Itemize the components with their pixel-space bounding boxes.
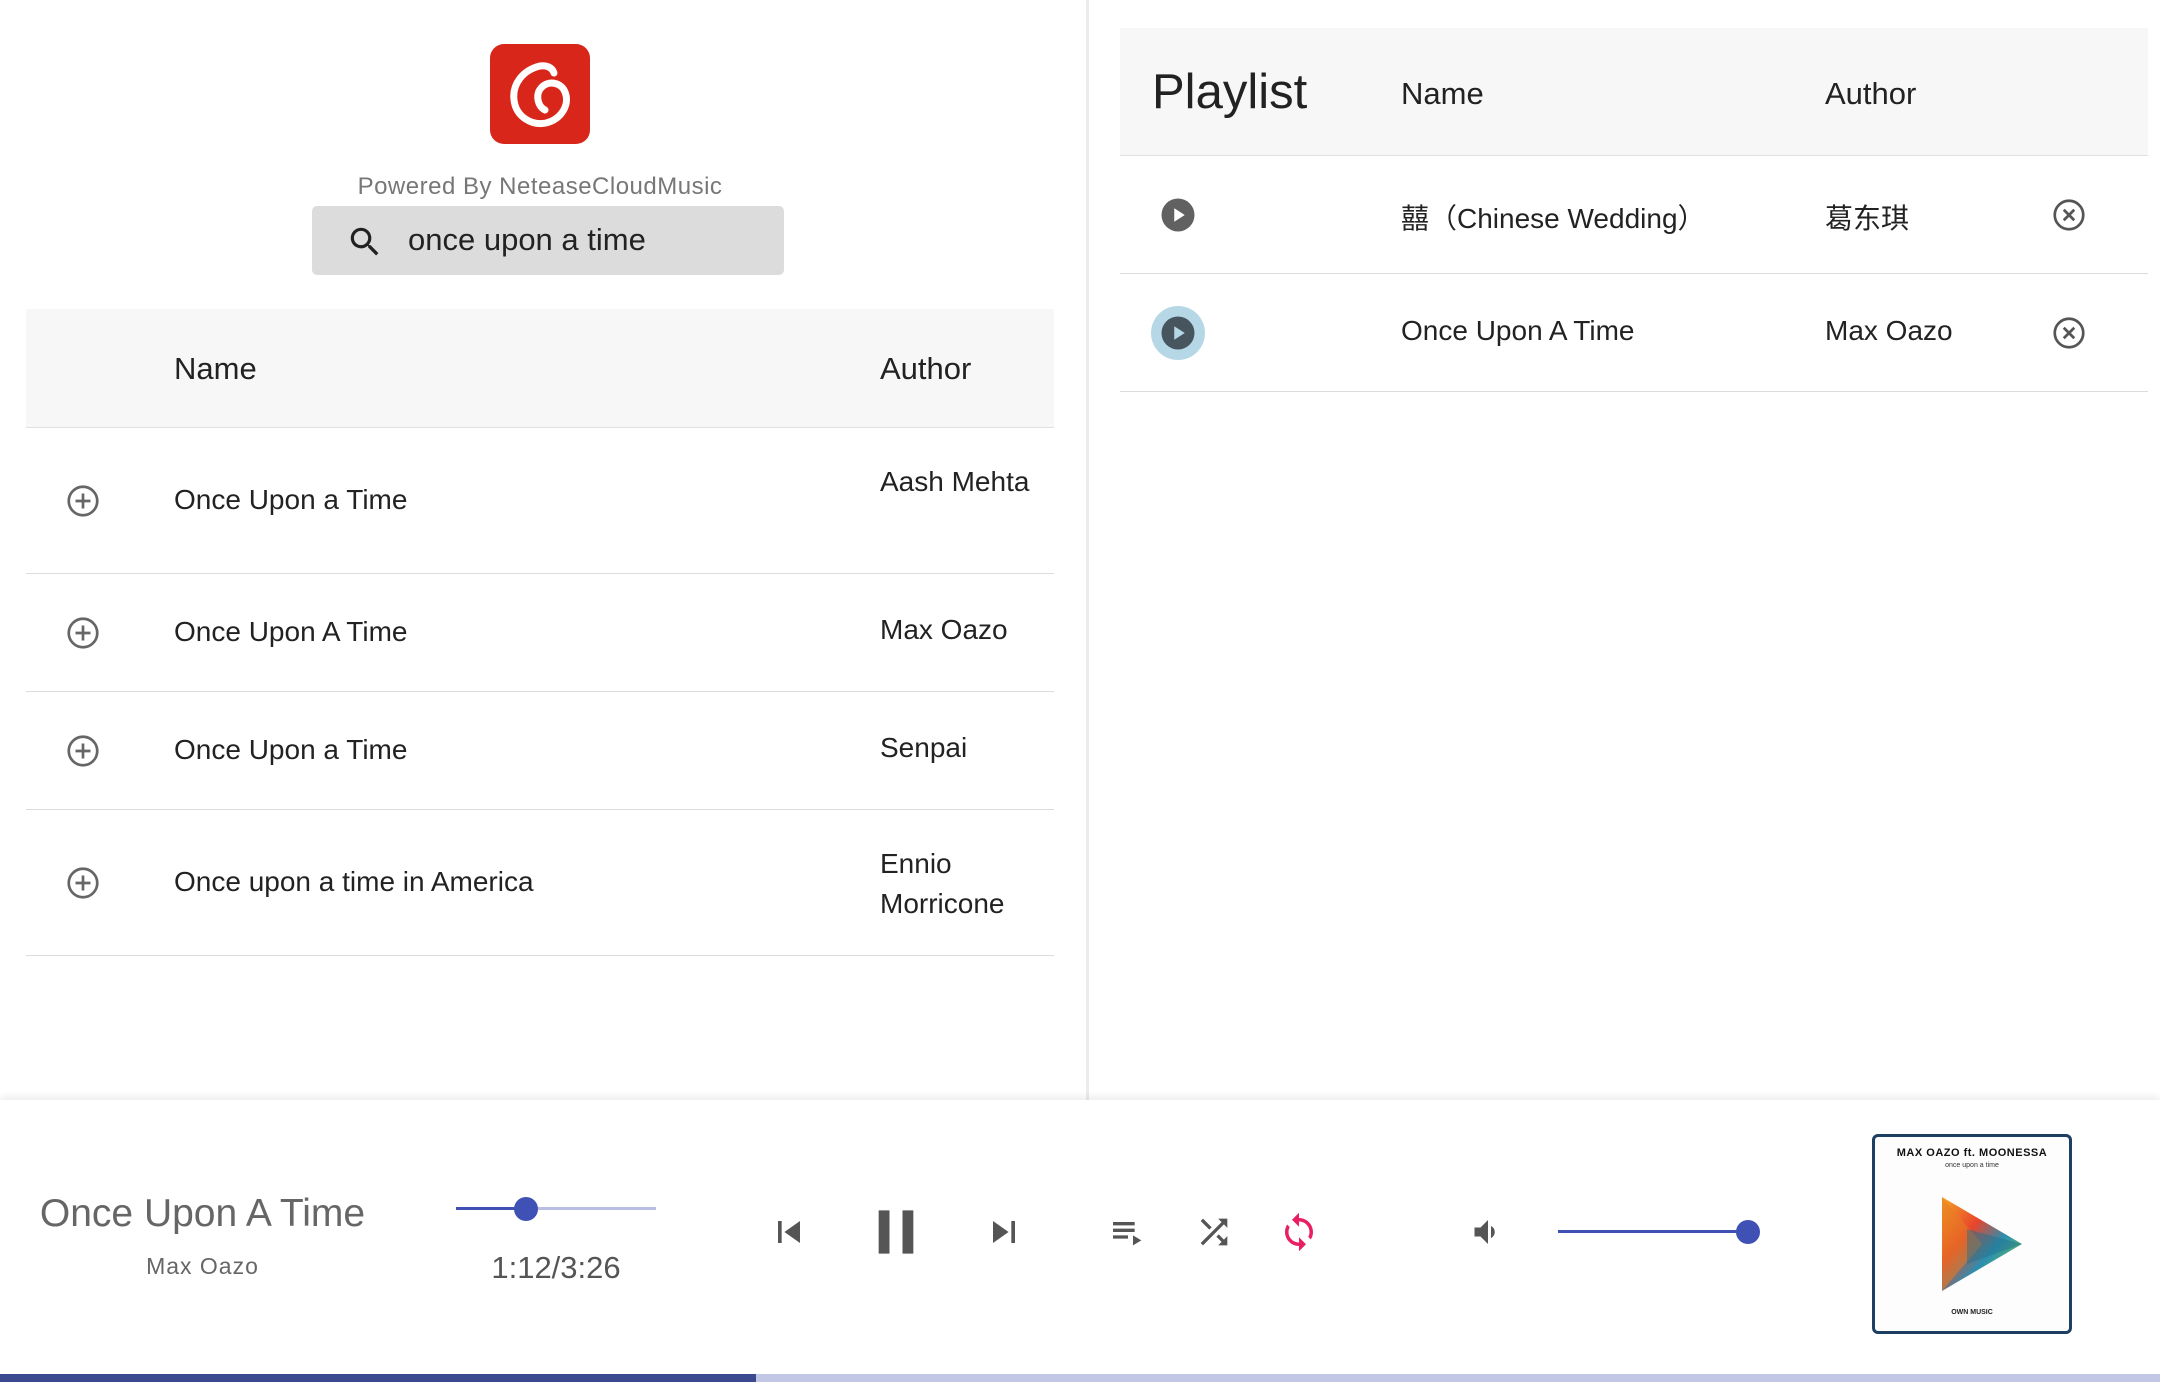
add-circle-icon[interactable] [65, 733, 101, 769]
result-row[interactable]: Once upon a time in America Ennio Morric… [26, 810, 1054, 956]
repeat-button[interactable] [1278, 1210, 1320, 1254]
playlist-table: Playlist Name Author 囍（Chinese Wedding） … [1120, 28, 2148, 392]
progress-thumb[interactable] [514, 1197, 538, 1221]
playlist-row-active[interactable]: Once Upon A Time Max Oazo [1120, 274, 2148, 392]
repeat-icon[interactable] [1278, 1210, 1320, 1254]
shuffle-button[interactable] [1194, 1212, 1234, 1252]
shuffle-icon[interactable] [1194, 1212, 1234, 1252]
now-playing-title: Once Upon A Time [39, 1192, 366, 1235]
volume-button[interactable] [1470, 1214, 1506, 1250]
playlist-row[interactable]: 囍（Chinese Wedding） 葛东琪 [1120, 156, 2148, 274]
playlist-panel: Playlist Name Author 囍（Chinese Wedding） … [1089, 0, 2160, 1100]
play-button[interactable] [1151, 188, 1205, 242]
add-circle-icon[interactable] [65, 865, 101, 901]
volume-thumb[interactable] [1736, 1220, 1760, 1244]
search-icon[interactable] [346, 223, 384, 261]
volume-icon[interactable] [1470, 1214, 1506, 1250]
remove-circle-icon[interactable] [2051, 315, 2087, 351]
playlist-header-author: Author [1825, 76, 1917, 111]
previous-button[interactable] [767, 1210, 811, 1254]
volume-slider[interactable] [1558, 1220, 1760, 1244]
bottom-progress-fill [0, 1374, 756, 1382]
album-cover-label: OWN MUSIC [1951, 1309, 1993, 1316]
add-circle-icon[interactable] [65, 615, 101, 651]
time-display: 1:12/3:26 [491, 1250, 621, 1285]
album-cover-title: once upon a time [1945, 1162, 1999, 1169]
playlist-song-name: Once Upon A Time [1401, 315, 1635, 346]
result-name: Once upon a time in America [174, 866, 534, 897]
netease-logo-icon [510, 62, 570, 128]
result-name: Once Upon a Time [174, 484, 408, 515]
play-circle-icon[interactable] [1160, 197, 1196, 233]
play-circle-icon[interactable] [1160, 315, 1196, 351]
next-button[interactable] [982, 1210, 1026, 1254]
search-box[interactable] [312, 206, 784, 275]
result-author: Ennio Morricone [880, 848, 1005, 919]
now-playing-artist: Max Oazo [146, 1253, 259, 1279]
add-circle-icon[interactable] [65, 483, 101, 519]
queue-music-icon[interactable] [1108, 1212, 1148, 1252]
search-panel: Powered By NeteaseCloudMusic Name Author… [0, 0, 1088, 1100]
skip-next-icon[interactable] [982, 1210, 1026, 1254]
netease-logo [490, 44, 590, 144]
playlist-song-author: 葛东琪 [1825, 203, 1910, 234]
volume-track[interactable] [1558, 1230, 1748, 1233]
result-name: Once Upon A Time [174, 616, 408, 647]
album-cover-artist: MAX OAZO ft. MOONESSA [1896, 1147, 2048, 1159]
skip-previous-icon[interactable] [767, 1210, 811, 1254]
playlist-song-author: Max Oazo [1825, 315, 1953, 346]
queue-button[interactable] [1108, 1212, 1148, 1252]
results-header-author: Author [880, 351, 972, 386]
progress-slider[interactable] [456, 1197, 656, 1221]
playlist-song-name: 囍（Chinese Wedding） [1401, 203, 1706, 234]
search-input[interactable] [408, 216, 768, 264]
results-header: Name Author [26, 309, 1054, 428]
powered-by-text: Powered By NeteaseCloudMusic [357, 173, 723, 200]
bottom-progress-bar [0, 1374, 2160, 1382]
result-author: Aash Mehta [880, 466, 1030, 497]
player-bar: Once Upon A Time Max Oazo 1:12/3:26 [0, 1100, 2160, 1382]
playlist-title: Playlist [1152, 65, 1308, 119]
results-header-name: Name [174, 351, 257, 386]
playlist-header-name: Name [1401, 76, 1484, 111]
search-results-table: Name Author Once Upon a Time Aash Mehta … [26, 309, 1054, 956]
result-row[interactable]: Once Upon a Time Senpai [26, 692, 1054, 810]
pause-icon[interactable] [874, 1206, 918, 1258]
result-author: Senpai [880, 732, 968, 763]
result-row[interactable]: Once Upon a Time Aash Mehta [26, 428, 1054, 574]
result-author: Max Oazo [880, 614, 1008, 645]
playlist-header: Playlist Name Author [1120, 28, 2148, 156]
album-art-graphic [1942, 1197, 2022, 1291]
pause-button[interactable] [874, 1206, 918, 1258]
play-button[interactable] [1151, 306, 1205, 360]
album-cover: MAX OAZO ft. MOONESSA once upon a time O… [1872, 1134, 2072, 1334]
result-name: Once Upon a Time [174, 734, 408, 765]
result-row[interactable]: Once Upon A Time Max Oazo [26, 574, 1054, 692]
remove-circle-icon[interactable] [2051, 197, 2087, 233]
